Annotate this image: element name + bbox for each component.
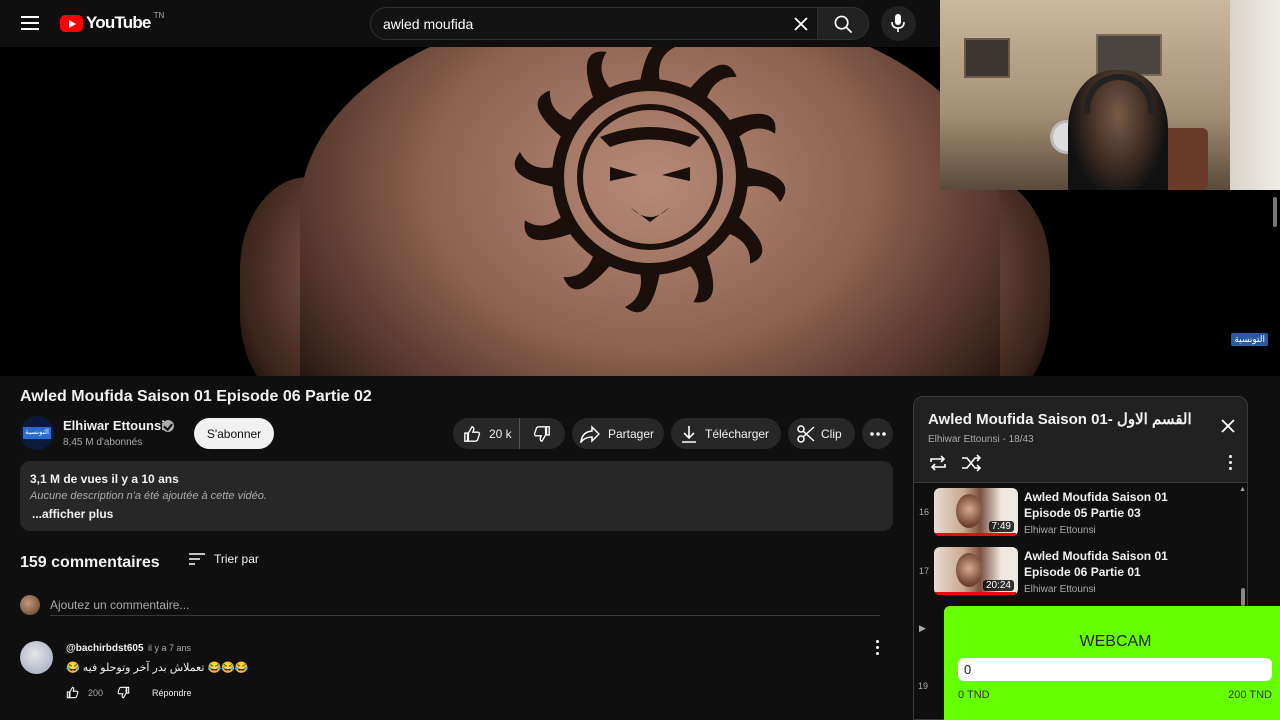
- logo-text: YouTube: [86, 13, 151, 32]
- shuffle-icon[interactable]: [961, 454, 981, 472]
- playlist-item-thumbnail: 7:49: [934, 488, 1018, 536]
- share-icon: [580, 424, 600, 443]
- comment-text: 😂😂😂 تعملاش بدر آخر وتوحلو فيه 😂: [66, 662, 249, 674]
- description-box[interactable]: 3,1 M de vues il y a 10 ans Aucune descr…: [20, 461, 893, 531]
- masthead: YouTube TN: [0, 0, 940, 47]
- like-dislike-bar: 20 k: [453, 418, 565, 449]
- watch-progress-bar: [934, 592, 1017, 595]
- thumbnail-face: [956, 494, 982, 528]
- microphone-icon: [891, 14, 905, 32]
- playlist-item[interactable]: 17 20:24 Awled Moufida Saison 01 Episode…: [914, 544, 1239, 600]
- thumbs-up-icon: [464, 425, 481, 442]
- webcam-goal-widget: WEBCAM 0 0 TND 200 TND: [944, 606, 1280, 720]
- subscribe-button[interactable]: S'abonner: [194, 418, 274, 449]
- playlist-item-channel: Elhiwar Ettounsi: [1024, 525, 1096, 536]
- comment-time: il y a 7 ans: [148, 643, 192, 653]
- goal-current-value: 0: [964, 662, 972, 677]
- youtube-play-icon: [60, 14, 83, 32]
- channel-avatar[interactable]: التونسية: [20, 416, 54, 450]
- goal-title: WEBCAM: [1079, 633, 1152, 650]
- channel-avatar-text: التونسية: [23, 427, 51, 439]
- loop-icon[interactable]: [928, 454, 948, 472]
- youtube-logo[interactable]: YouTube TN: [60, 10, 165, 33]
- thumbs-up-icon[interactable]: [66, 686, 79, 699]
- show-more-link[interactable]: ...afficher plus: [32, 507, 113, 521]
- share-button[interactable]: Partager: [572, 418, 664, 449]
- search-icon: [834, 15, 853, 34]
- subscriber-count: 8,45 M d'abonnés: [63, 437, 143, 448]
- search-box: [370, 7, 818, 40]
- playlist-header: Awled Moufida Saison 01- القسم الاول Elh…: [914, 397, 1247, 483]
- download-button[interactable]: Télécharger: [671, 418, 781, 449]
- clip-button[interactable]: Clip: [788, 418, 855, 449]
- country-code: TN: [153, 10, 165, 20]
- channel-name[interactable]: Elhiwar Ettounsi: [63, 418, 165, 433]
- playlist-item-thumbnail: 20:24: [934, 547, 1018, 595]
- playlist-item[interactable]: 16 7:49 Awled Moufida Saison 01 Episode …: [914, 485, 1239, 541]
- verified-check-icon: [162, 420, 174, 432]
- comment-menu-icon[interactable]: [872, 640, 882, 658]
- goal-max-label: 200 TND: [1228, 689, 1272, 701]
- playlist-item-duration: 7:49: [988, 521, 1014, 532]
- comment-actions: 200 Répondre: [66, 686, 192, 699]
- comment-count: 159 commentaires: [20, 554, 160, 571]
- scissors-icon: [797, 424, 815, 443]
- channel-watermark: التونسية: [1231, 333, 1268, 346]
- hamburger-menu-icon[interactable]: [21, 16, 39, 30]
- description-text: Aucune description n'a été ajoutée à cet…: [30, 490, 267, 502]
- now-playing-arrow-icon: ▶: [919, 623, 926, 633]
- playlist-item-channel: Elhiwar Ettounsi: [1024, 584, 1096, 595]
- search-input[interactable]: [383, 14, 783, 34]
- sort-label: Trier par: [214, 552, 259, 566]
- share-label: Partager: [608, 426, 655, 441]
- scroll-up-arrow-icon[interactable]: ▲: [1239, 486, 1246, 493]
- clip-label: Clip: [821, 426, 842, 441]
- thumbs-down-icon: [533, 425, 550, 442]
- watch-progress-bar: [934, 533, 1017, 536]
- goal-progress-bar: 0: [958, 658, 1272, 681]
- view-stats: 3,1 M de vues il y a 10 ans: [30, 472, 179, 486]
- video-title: Awled Moufida Saison 01 Episode 06 Parti…: [20, 388, 372, 405]
- like-count: 20 k: [489, 426, 512, 441]
- download-label: Télécharger: [705, 426, 770, 441]
- goal-min-label: 0 TND: [958, 689, 990, 701]
- thumbs-down-icon[interactable]: [117, 686, 130, 699]
- add-comment-input[interactable]: [50, 594, 880, 616]
- comment-like-count: 200: [88, 687, 104, 698]
- playlist-item-index: 19: [918, 681, 929, 691]
- voice-search-button[interactable]: [881, 6, 916, 41]
- close-icon[interactable]: [1221, 419, 1235, 433]
- playlist-subtitle: Elhiwar Ettounsi - 18/43: [928, 434, 1034, 445]
- user-avatar: [20, 595, 40, 615]
- playlist-item-title: Awled Moufida Saison 01 Episode 05 Parti…: [1024, 490, 1168, 520]
- curtain: [1230, 0, 1280, 190]
- like-button[interactable]: 20 k: [453, 418, 520, 449]
- download-icon: [682, 425, 696, 443]
- dislike-button[interactable]: [520, 418, 564, 449]
- sun-tattoo-image: [514, 47, 786, 313]
- sort-comments-button[interactable]: Trier par: [188, 552, 259, 566]
- webcam-overlay: [940, 0, 1280, 190]
- playlist-menu-icon[interactable]: [1229, 455, 1233, 471]
- thumbnail-face: [956, 553, 982, 587]
- comment-author[interactable]: @bachirbdst605: [66, 643, 144, 654]
- playlist-item-duration: 20:24: [982, 580, 1014, 591]
- more-actions-button[interactable]: [862, 418, 893, 449]
- search-button[interactable]: [817, 7, 869, 40]
- sort-icon: [189, 553, 205, 565]
- wall-painting: [964, 38, 1010, 78]
- page-scrollbar[interactable]: [1273, 197, 1277, 227]
- close-icon[interactable]: [793, 16, 809, 32]
- commenter-avatar[interactable]: [20, 641, 53, 674]
- playlist-item-title: Awled Moufida Saison 01 Episode 06 Parti…: [1024, 549, 1168, 579]
- more-horizontal-icon: [869, 431, 886, 436]
- playlist-item-index: 17: [919, 566, 930, 576]
- playlist-title[interactable]: Awled Moufida Saison 01- القسم الاول: [928, 410, 1208, 428]
- reply-button[interactable]: Répondre: [152, 688, 192, 698]
- playlist-scrollbar[interactable]: [1241, 588, 1245, 606]
- playlist-item-index: 16: [919, 507, 930, 517]
